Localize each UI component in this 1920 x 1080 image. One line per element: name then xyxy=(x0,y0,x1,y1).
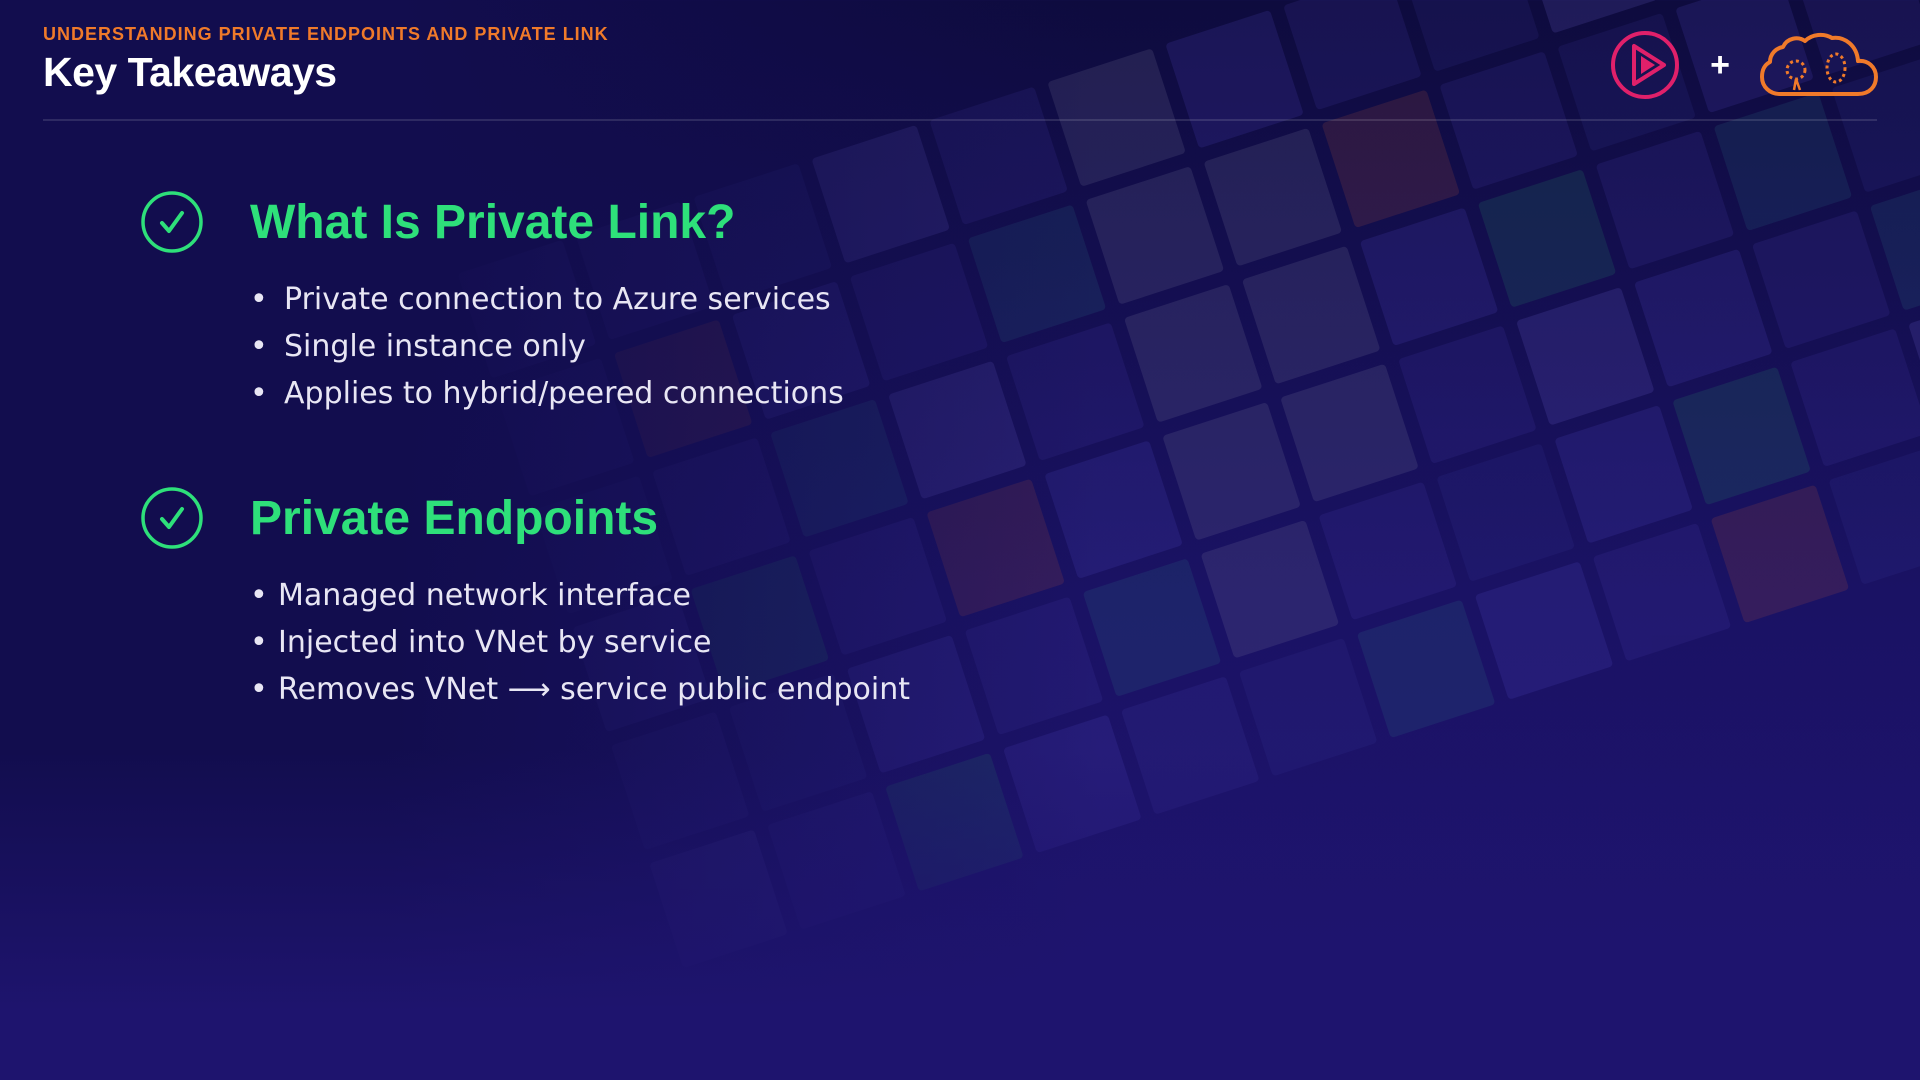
list-item: • Private connection to Azure services xyxy=(250,276,844,323)
slide-header: UNDERSTANDING PRIVATE ENDPOINTS AND PRIV… xyxy=(43,24,609,96)
bullet-text: Private connection to Azure services xyxy=(284,282,831,317)
bullet-dot: • xyxy=(250,672,268,707)
bullet-dot: • xyxy=(250,282,268,317)
check-circle-icon xyxy=(141,487,203,549)
bullet-list: • Private connection to Azure services • S… xyxy=(250,276,844,417)
list-item: • Managed network interface xyxy=(250,572,910,619)
bullet-text: Applies to hybrid/peered connections xyxy=(284,376,844,411)
cloud-guru-icon xyxy=(1760,32,1878,96)
bullet-dot: • xyxy=(250,329,268,364)
bullet-dot: • xyxy=(250,376,268,411)
section-heading: What Is Private Link? xyxy=(140,190,844,254)
bullet-list: • Managed network interface • Injected int… xyxy=(250,572,910,713)
list-item: • Removes VNet ⟶ service public endpoint xyxy=(250,666,910,713)
list-item: • Single instance only xyxy=(250,323,844,370)
brand-logos: + xyxy=(1610,30,1878,100)
page-title: Key Takeaways xyxy=(43,49,337,95)
background-fade-bottom xyxy=(0,750,1920,1080)
header-divider xyxy=(43,119,1877,121)
list-item: • Applies to hybrid/peered connections xyxy=(250,370,844,417)
bullet-text: Injected into VNet by service xyxy=(278,625,712,660)
bullet-dot: • xyxy=(250,625,268,660)
bullet-text: Managed network interface xyxy=(278,578,691,613)
takeaway-section-private-endpoints: Private Endpoints • Managed network inter… xyxy=(140,486,910,713)
play-triangle-circle-icon xyxy=(1611,31,1680,99)
plus-sign: + xyxy=(1710,46,1730,84)
list-item: • Injected into VNet by service xyxy=(250,619,910,666)
takeaway-section-private-link: What Is Private Link? • Private connectio… xyxy=(140,190,844,417)
course-eyebrow: UNDERSTANDING PRIVATE ENDPOINTS AND PRIV… xyxy=(43,24,609,44)
check-circle-icon xyxy=(141,191,203,253)
bullet-text: Removes VNet ⟶ service public endpoint xyxy=(278,672,910,707)
bullet-dot: • xyxy=(250,578,268,613)
bullet-text: Single instance only xyxy=(284,329,586,364)
section-title: Private Endpoints xyxy=(250,491,659,545)
section-title: What Is Private Link? xyxy=(250,195,736,249)
section-heading: Private Endpoints xyxy=(140,486,910,550)
